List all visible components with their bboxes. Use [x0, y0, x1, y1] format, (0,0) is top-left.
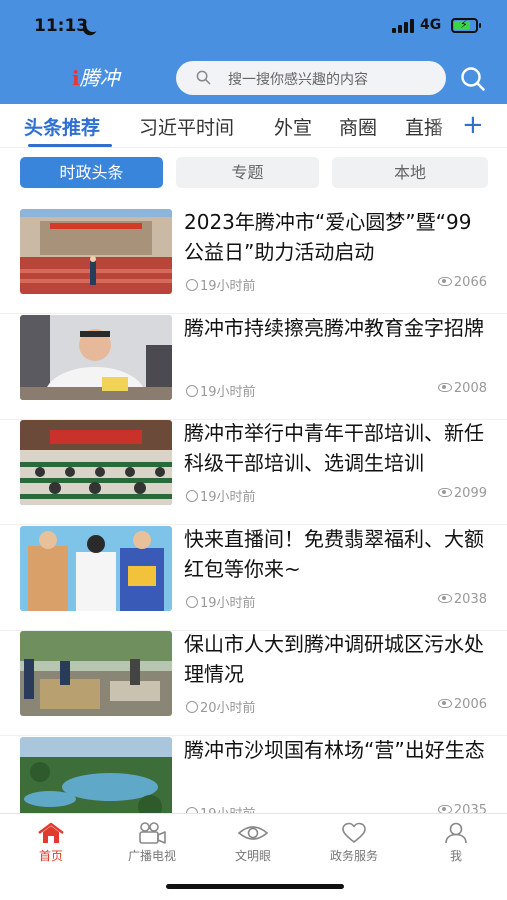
news-item[interactable]: 2023年腾冲市“爱心圆梦”暨“99公益日”助力活动启动 19小时前 2066	[0, 209, 507, 314]
sewage-site-photo	[20, 631, 172, 716]
training-hall-photo	[20, 420, 172, 505]
cellular-signal-icon	[392, 19, 414, 33]
views-eye-icon	[437, 277, 452, 286]
news-views: 2008	[437, 381, 487, 396]
news-views: 2038	[437, 592, 487, 607]
subtab-topics[interactable]: 专题	[176, 157, 319, 188]
news-time: 20小时前	[186, 697, 256, 716]
tab-headlines[interactable]: 头条推荐	[24, 113, 100, 140]
views-eye-icon	[437, 699, 452, 708]
news-views: 2066	[437, 275, 487, 290]
app-header: 11:13 4G ⚡ i腾冲 搜一搜你感兴趣的内容	[0, 0, 507, 104]
user-icon	[445, 822, 467, 844]
views-eye-icon	[437, 488, 452, 497]
clock-icon	[186, 701, 198, 713]
nav-label: 文明眼	[234, 849, 271, 863]
news-title[interactable]: 腾冲市沙坝国有林场“营”出好生态	[184, 735, 489, 765]
news-title[interactable]: 腾冲市持续擦亮腾冲教育金字招牌	[184, 313, 489, 343]
building-ceremony-photo	[20, 209, 172, 294]
tab-business[interactable]: 商圈	[339, 113, 377, 140]
nav-me[interactable]: 我	[416, 822, 496, 864]
nav-label: 首页	[38, 849, 63, 863]
clock-icon	[186, 490, 198, 502]
nav-civilization-eye[interactable]: 文明眼	[213, 822, 293, 864]
battery-icon: ⚡	[451, 18, 481, 33]
news-title[interactable]: 2023年腾冲市“爱心圆梦”暨“99公益日”助力活动启动	[184, 207, 489, 267]
category-tabs: 头条推荐 习近平时间 外宣 商圈 直播 +	[0, 104, 507, 148]
livestream-hosts-photo	[20, 526, 172, 611]
nav-government-services[interactable]: 政务服务	[314, 822, 394, 864]
heart-icon	[342, 822, 366, 843]
nav-label: 广播电视	[127, 849, 176, 863]
search-placeholder: 搜一搜你感兴趣的内容	[228, 72, 368, 88]
subtab-politics[interactable]: 时政头条	[20, 157, 163, 188]
logo-prefix: i	[72, 66, 80, 90]
news-views: 2099	[437, 486, 487, 501]
tab-xi-time[interactable]: 习近平时间	[139, 113, 234, 140]
forest-lake-photo	[20, 737, 172, 822]
add-tab-button[interactable]: +	[462, 110, 484, 140]
news-title[interactable]: 腾冲市举行中青年干部培训、新任科级干部培训、选调生培训	[184, 418, 489, 478]
news-time: 19小时前	[186, 275, 256, 294]
logo-text: 腾冲	[79, 66, 120, 90]
nav-label: 我	[449, 849, 462, 863]
clock-icon	[186, 385, 198, 397]
clock-icon	[186, 279, 198, 291]
nav-label: 政务服务	[329, 849, 378, 863]
subtab-local[interactable]: 本地	[332, 157, 488, 188]
views-eye-icon	[437, 594, 452, 603]
nav-broadcast-tv[interactable]: 广播电视	[112, 822, 192, 864]
app-logo[interactable]: i腾冲	[72, 62, 120, 91]
views-eye-icon	[437, 383, 452, 392]
news-item[interactable]: 腾冲市持续擦亮腾冲教育金字招牌 19小时前 2008	[0, 315, 507, 420]
meeting-speaker-photo	[20, 315, 172, 400]
status-time: 11:13	[34, 16, 89, 36]
status-bar: 11:13 4G ⚡	[0, 0, 507, 52]
nav-home[interactable]: 首页	[11, 822, 91, 864]
search-input[interactable]: 搜一搜你感兴趣的内容	[176, 61, 446, 95]
home-icon	[38, 822, 64, 843]
news-time: 19小时前	[186, 381, 256, 400]
clock-icon	[186, 596, 198, 608]
news-title[interactable]: 保山市人大到腾冲调研城区污水处理情况	[184, 629, 489, 689]
tabs-fade	[430, 104, 462, 147]
network-type: 4G	[420, 17, 442, 33]
search-icon	[196, 70, 211, 85]
home-indicator	[166, 884, 344, 889]
news-time: 19小时前	[186, 592, 256, 611]
search-button-icon[interactable]	[460, 66, 486, 92]
news-item[interactable]: 快来直播间！免费翡翠福利、大额红包等你来~ 19小时前 2038	[0, 526, 507, 631]
news-item[interactable]: 保山市人大到腾冲调研城区污水处理情况 20小时前 2006	[0, 631, 507, 736]
eye-icon	[237, 826, 269, 840]
news-title[interactable]: 快来直播间！免费翡翠福利、大额红包等你来~	[184, 524, 489, 584]
news-views: 2006	[437, 697, 487, 712]
news-item[interactable]: 腾冲市举行中青年干部培训、新任科级干部培训、选调生培训 19小时前 2099	[0, 420, 507, 525]
tab-publicity[interactable]: 外宣	[274, 113, 312, 140]
active-tab-indicator	[28, 144, 112, 147]
video-camera-icon	[139, 822, 166, 844]
news-time: 19小时前	[186, 486, 256, 505]
